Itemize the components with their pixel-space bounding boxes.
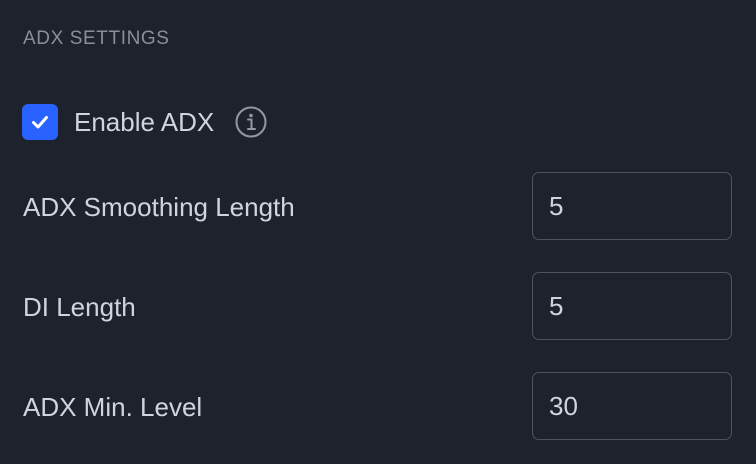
di-length-input[interactable]	[532, 272, 732, 340]
di-length-label: DI Length	[23, 292, 136, 322]
adx-min-level-input[interactable]	[532, 372, 732, 440]
section-title: ADX SETTINGS	[23, 28, 170, 49]
enable-adx-checkbox[interactable]	[22, 104, 58, 140]
adx-min-level-label: ADX Min. Level	[23, 392, 203, 422]
adx-smoothing-length-input[interactable]	[532, 172, 732, 240]
adx-smoothing-length-label: ADX Smoothing Length	[23, 192, 295, 222]
info-icon[interactable]	[234, 105, 268, 139]
enable-adx-label[interactable]: Enable ADX	[74, 107, 214, 138]
enable-adx-row[interactable]: Enable ADX	[22, 104, 268, 140]
checkmark-icon	[32, 116, 48, 129]
